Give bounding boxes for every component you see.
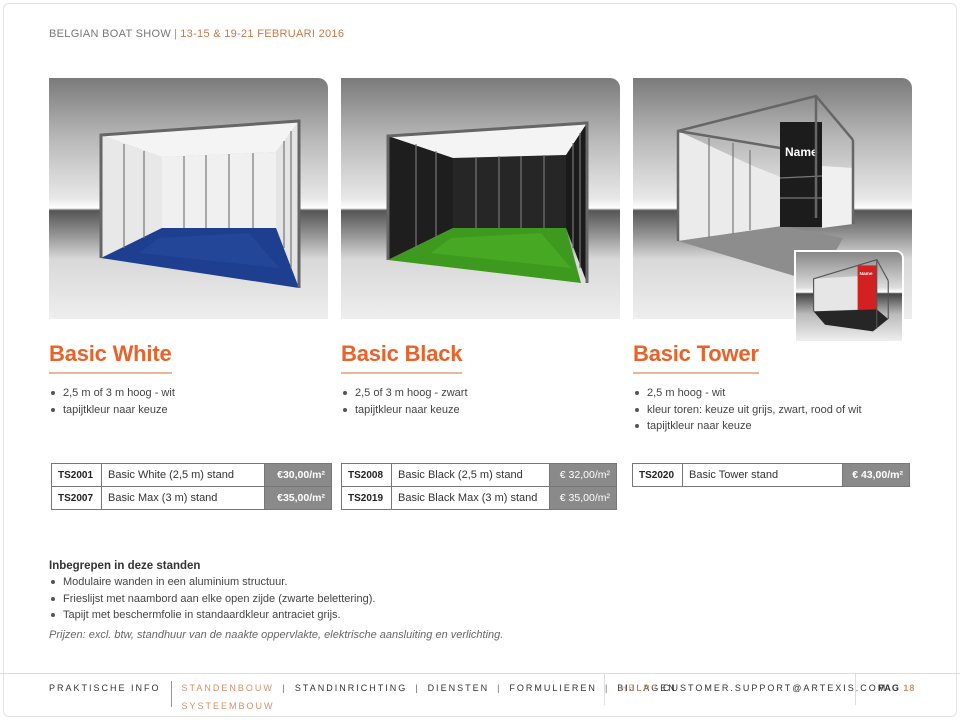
product-price: €30,00/m² — [264, 463, 332, 487]
product-description: Basic Black Max (3 m) stand — [391, 486, 550, 510]
price-table-basic-white: TS2001 Basic White (2,5 m) stand €30,00/… — [51, 463, 332, 510]
event-name: BELGIAN BOAT SHOW — [49, 28, 172, 40]
product-description: Basic Tower stand — [682, 463, 843, 487]
help-email-link[interactable]: CUSTOMER.SUPPORT@ARTEXIS.COM — [663, 683, 887, 693]
included-section: Inbegrepen in deze standen Modulaire wan… — [49, 560, 503, 641]
included-item: Modulaire wanden in een aluminium struct… — [49, 574, 503, 591]
card-title: Basic Black — [341, 341, 463, 374]
nav-separator: | — [282, 683, 287, 693]
included-title: Inbegrepen in deze standen — [49, 560, 201, 572]
feature-item: 2,5 of 3 m hoog - zwart — [343, 385, 468, 402]
product-code: TS2019 — [341, 486, 392, 510]
nav-standenbouw[interactable]: STANDENBOUW — [182, 683, 274, 693]
nav-formulieren[interactable]: FORMULIEREN — [509, 683, 597, 693]
product-code: TS2001 — [51, 463, 102, 487]
feature-item: tapijtkleur naar keuze — [343, 402, 468, 419]
footer-help: HELP? CUSTOMER.SUPPORT@ARTEXIS.COM — [620, 683, 887, 693]
table-row: TS2020 Basic Tower stand € 43,00/m² — [632, 463, 910, 487]
product-code: TS2008 — [341, 463, 392, 487]
price-table-basic-tower: TS2020 Basic Tower stand € 43,00/m² — [632, 463, 910, 487]
included-item: Frieslijst met naambord aan elke open zi… — [49, 591, 503, 608]
table-row: TS2007 Basic Max (3 m) stand €35,00/m² — [51, 486, 332, 510]
nav-separator: | — [497, 683, 502, 693]
page-label: PAG — [878, 683, 900, 693]
nav-diensten[interactable]: DIENSTEN — [428, 683, 490, 693]
card-basic-white: Basic White 2,5 m of 3 m hoog - wit tapi… — [49, 78, 328, 416]
nav-standenbouw-group: STANDENBOUW SYSTEEMBOUW — [182, 683, 275, 711]
product-description: Basic Black (2,5 m) stand — [391, 463, 550, 487]
nav-praktische-info[interactable]: PRAKTISCHE INFO — [49, 683, 161, 693]
price-table-basic-black: TS2008 Basic Black (2,5 m) stand € 32,00… — [341, 463, 617, 510]
footer-column-divider — [855, 673, 856, 705]
footer-divider — [0, 673, 960, 674]
booth-tower-red-variant-image: Name — [794, 250, 904, 343]
nav-systeembouw[interactable]: SYSTEEMBOUW — [182, 701, 275, 711]
included-list: Modulaire wanden in een aluminium struct… — [49, 574, 503, 624]
card-title: Basic Tower — [633, 341, 759, 374]
nav-separator: | — [604, 683, 610, 693]
booth-white-illustration — [99, 119, 301, 288]
feature-item: 2,5 m hoog - wit — [635, 385, 862, 402]
feature-item: tapijtkleur naar keuze — [635, 418, 862, 435]
table-row: TS2019 Basic Black Max (3 m) stand € 35,… — [341, 486, 617, 510]
product-code: TS2020 — [632, 463, 683, 487]
product-price: € 32,00/m² — [549, 463, 617, 487]
feature-list: 2,5 m of 3 m hoog - wit tapijtkleur naar… — [51, 385, 175, 418]
table-row: TS2008 Basic Black (2,5 m) stand € 32,00… — [341, 463, 617, 487]
page-header: BELGIAN BOAT SHOW | 13-15 & 19-21 FEBRUARI… — [49, 28, 344, 40]
booth-black-illustration — [386, 121, 589, 283]
feature-list: 2,5 of 3 m hoog - zwart tapijtkleur naar… — [343, 385, 468, 418]
card-basic-black: Basic Black 2,5 of 3 m hoog - zwart tapi… — [341, 78, 620, 416]
feature-item: kleur toren: keuze uit grijs, zwart, roo… — [635, 402, 862, 419]
booth-image-basic-black — [341, 78, 620, 319]
card-title: Basic White — [49, 341, 172, 374]
inset-name-label: Name — [860, 271, 873, 277]
booth-image-basic-white — [49, 78, 328, 319]
price-note: Prijzen: excl. btw, standhuur van de naa… — [49, 628, 504, 641]
product-price: €35,00/m² — [264, 486, 332, 510]
footer-column-divider — [604, 673, 605, 705]
product-code: TS2007 — [51, 486, 102, 510]
feature-list: 2,5 m hoog - wit kleur toren: keuze uit … — [635, 385, 862, 435]
product-description: Basic Max (3 m) stand — [101, 486, 265, 510]
footer-nav: PRAKTISCHE INFO STANDENBOUW SYSTEEMBOUW | ST… — [49, 681, 677, 711]
active-section-marker — [170, 681, 172, 707]
nav-separator: | — [415, 683, 420, 693]
product-price: € 35,00/m² — [549, 486, 617, 510]
product-description: Basic White (2,5 m) stand — [101, 463, 265, 487]
product-price: € 43,00/m² — [842, 463, 910, 487]
feature-item: 2,5 m of 3 m hoog - wit — [51, 385, 175, 402]
page-indicator: PAG 18 — [878, 683, 915, 693]
event-dates: 13-15 & 19-21 FEBRUARI 2016 — [180, 28, 345, 40]
feature-item: tapijtkleur naar keuze — [51, 402, 175, 419]
nav-standinrichting[interactable]: STANDINRICHTING — [295, 683, 407, 693]
help-label: HELP? — [620, 683, 659, 693]
booth-red-tower-illustration: Name — [813, 258, 889, 332]
page-number: 18 — [903, 683, 916, 693]
tower-name-label: Name — [785, 145, 818, 159]
included-item: Tapijt met beschermfolie in standaardkle… — [49, 607, 503, 624]
header-separator: | — [174, 28, 178, 40]
table-row: TS2001 Basic White (2,5 m) stand €30,00/… — [51, 463, 332, 487]
